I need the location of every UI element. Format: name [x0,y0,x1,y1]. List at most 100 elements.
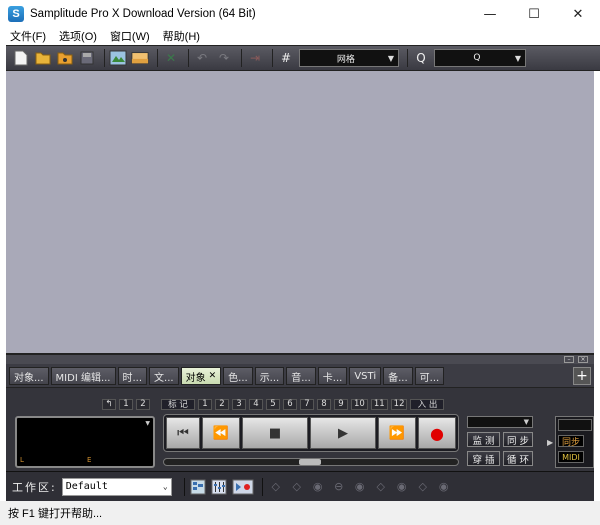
zoom-icon[interactable]: Q [412,49,430,67]
play-button[interactable]: ▶ [310,417,376,449]
sync-button[interactable]: 同 步 [503,432,533,447]
mouse-mode-icon[interactable] [109,49,127,67]
tab-5[interactable]: 色... [223,367,253,385]
expand-arrow-icon[interactable]: ▶ [547,438,553,447]
marker-row: ↰ 1 2 标 记 1 2 3 4 5 6 7 8 9 10 11 12 入 出 [102,398,447,410]
transport-mode-combo[interactable]: ▼ [467,416,533,428]
sync-indicator[interactable]: 同步 [558,435,584,448]
workspace-bar: 工作区: Default ⌄ ◇ ◇ ◉ ⊖ ◉ ◇ ◉ ◇ ◉ [6,471,594,501]
automation-icon[interactable]: ◇ [415,478,431,496]
undo-icon[interactable]: ↶ [193,49,211,67]
record-monitor-icon[interactable]: ⊖ [331,478,347,496]
toolbar-separator [261,477,263,496]
view-icon[interactable]: ◉ [394,478,410,496]
close-button[interactable]: ✕ [556,0,600,28]
tab-label: 对象... [14,372,44,384]
tab-3[interactable]: 文... [149,367,179,385]
minimize-panel-icon[interactable]: – [564,356,574,363]
tab-label: 示... [259,372,280,384]
position-scrollbar[interactable] [163,458,459,466]
monitor-button[interactable]: 监 测 [467,432,500,447]
project-workspace[interactable] [6,71,594,353]
open-project-icon[interactable] [56,49,74,67]
marker-button-12[interactable]: 12 [390,398,408,410]
marker-button-6[interactable]: 6 [283,398,297,410]
display-menu-icon[interactable]: ▼ [145,420,150,427]
arrange-view-icon[interactable] [190,478,206,496]
title-bar: S Samplitude Pro X Download Version (64 … [0,0,600,28]
main-toolbar: ✕ ↶ ↷ ⇥ # 网格 ▼ Q Q ▼ [6,45,600,71]
workspace-select[interactable]: Default ⌄ [61,477,172,496]
marker-button-5[interactable]: 5 [266,398,280,410]
marker-button-3[interactable]: 3 [232,398,246,410]
marker-a-button[interactable]: 1 [119,398,133,410]
menu-file[interactable]: 文件(F) [10,28,46,44]
minimize-button[interactable]: — [468,0,512,28]
stop-button[interactable]: ■ [242,417,308,449]
tab-7[interactable]: 音... [286,367,316,385]
loop-button[interactable]: 循 环 [503,451,533,466]
marker-button-10[interactable]: 10 [351,398,368,410]
marker-button-9[interactable]: 9 [334,398,348,410]
status-text: 按 F1 键打开帮助... [8,508,103,520]
draw-mode-icon[interactable] [131,49,149,67]
automation-icon[interactable]: ◇ [268,478,284,496]
display-left-label: L [20,456,24,464]
grid-icon[interactable]: # [277,49,295,67]
chevron-down-icon: ⌄ [162,482,168,491]
tab-label: 文... [154,372,174,384]
tab-9[interactable]: VSTi [349,367,382,385]
tab-0[interactable]: 对象... [9,367,49,385]
view-icon[interactable]: ◉ [436,478,452,496]
close-panel-icon[interactable]: × [578,356,588,363]
fast-forward-button[interactable]: ⏩ [378,417,416,449]
midi-indicator[interactable]: MIDI [558,451,584,463]
save-icon[interactable] [78,49,96,67]
close-tab-icon[interactable]: ✕ [209,371,217,381]
marker-b-button[interactable]: 2 [136,398,150,410]
go-to-start-button[interactable]: ⏮ [166,417,200,449]
record-view-icon[interactable] [232,478,254,496]
tab-1[interactable]: MIDI 编辑... [50,367,116,385]
scrollbar-thumb[interactable] [299,459,321,465]
view-icon[interactable]: ◉ [352,478,368,496]
tab-10[interactable]: 备... [383,367,413,385]
maximize-button[interactable]: ☐ [512,0,556,28]
tab-2[interactable]: 时... [117,367,148,385]
marker-button-8[interactable]: 8 [317,398,331,410]
position-display[interactable]: ▼ L E [15,416,155,468]
menu-window[interactable]: 窗口(W) [110,28,150,44]
toolbar-separator [272,49,273,67]
tab-strip-header: – × [6,355,594,364]
manager-tab-strip: – × 对象... MIDI 编辑... 时... 文... 对象 ✕ 色... 示... 音.… [6,353,594,387]
marker-button-2[interactable]: 2 [215,398,229,410]
tab-4[interactable]: 对象 ✕ [180,367,222,385]
marker-button-7[interactable]: 7 [300,398,314,410]
zoom-combo[interactable]: Q ▼ [434,49,526,67]
add-tab-button[interactable]: + [573,367,591,385]
redo-icon[interactable]: ↷ [215,49,233,67]
snap-icon[interactable]: ⇥ [246,49,264,67]
new-file-icon[interactable] [12,49,30,67]
rewind-button[interactable]: ⏪ [202,417,240,449]
menu-help[interactable]: 帮助(H) [163,28,200,44]
record-button[interactable]: ● [418,417,456,449]
marker-button-1[interactable]: 1 [198,398,212,410]
transport-buttons: ⏮ ⏪ ■ ▶ ⏩ ● [163,414,459,452]
automation-icon[interactable]: ◇ [373,478,389,496]
marker-return-button[interactable]: ↰ [102,398,116,410]
manager-tabs: 对象... MIDI 编辑... 时... 文... 对象 ✕ 色... 示... 音... 卡.… [6,364,594,388]
view-icon[interactable]: ◉ [310,478,326,496]
grid-combo[interactable]: 网格 ▼ [299,49,399,67]
tab-6[interactable]: 示... [254,367,285,385]
mixer-view-icon[interactable] [211,478,227,496]
tab-11[interactable]: 可... [414,367,445,385]
open-folder-icon[interactable] [34,49,52,67]
tab-8[interactable]: 卡... [317,367,348,385]
marker-button-11[interactable]: 11 [370,398,388,410]
automation-icon[interactable]: ◇ [289,478,305,496]
marker-button-4[interactable]: 4 [249,398,263,410]
cut-icon[interactable]: ✕ [162,49,180,67]
menu-options[interactable]: 选项(O) [59,28,97,44]
punch-button[interactable]: 穿 插 [467,451,500,466]
